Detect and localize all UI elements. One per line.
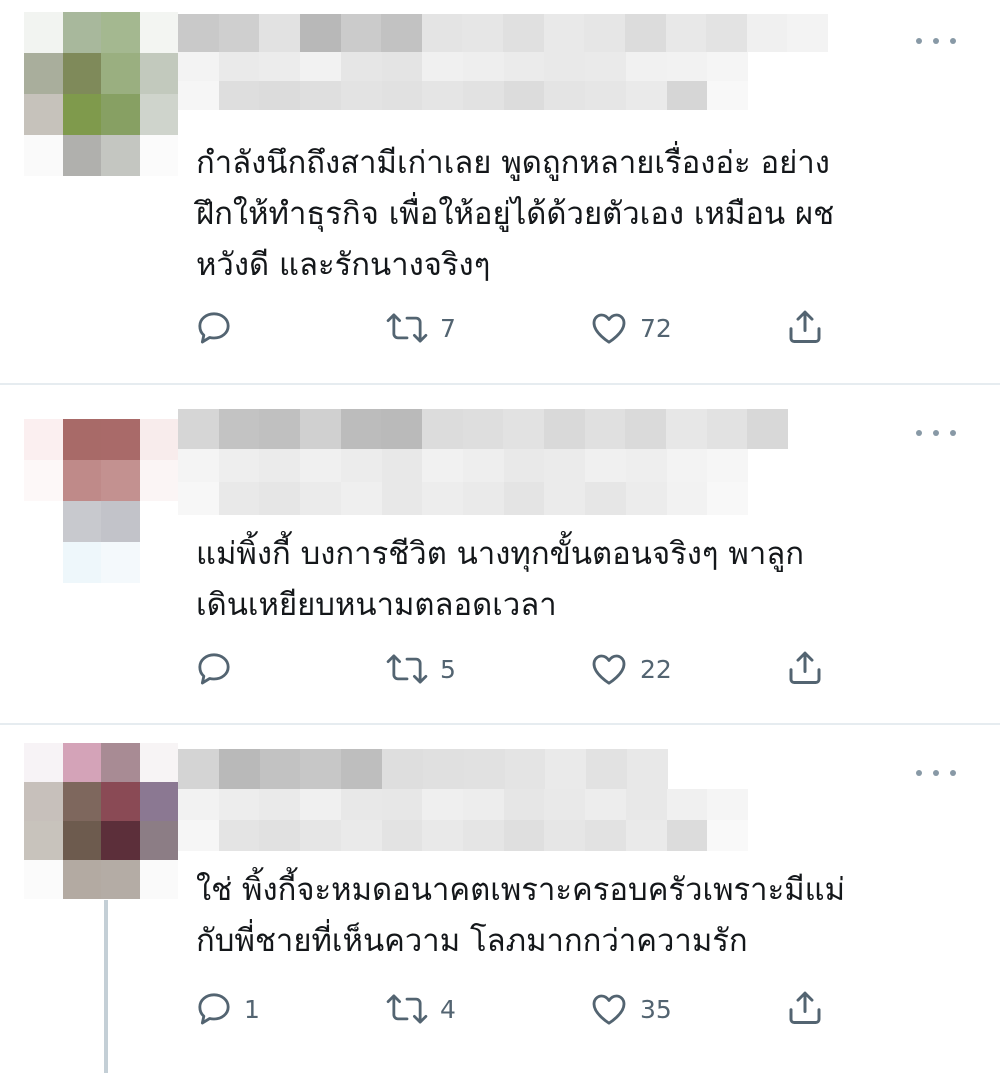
share-icon — [789, 991, 821, 1025]
retweet-button[interactable]: 4 — [384, 989, 456, 1029]
retweet-button[interactable]: 5 — [384, 649, 456, 689]
reply-icon — [198, 653, 230, 685]
tweet-1[interactable]: กำลังนึกถึงสามีเก่าเลย พูดถูกหลายเรื่องอ… — [0, 0, 1000, 384]
author-handle-blurred[interactable] — [178, 52, 748, 110]
tweet-text: ใช่ พิ้งกี้จะหมดอนาคตเพราะครอบครัวเพราะม… — [196, 872, 846, 959]
author-name-blurred[interactable] — [178, 409, 788, 449]
tweet-2[interactable]: แม่พิ้งกี้ บงการชีวิต นางทุกขั้นตอนจริงๆ… — [0, 385, 1000, 723]
like-button[interactable]: 22 — [588, 649, 672, 689]
more-options-button[interactable] — [916, 31, 956, 51]
share-button[interactable] — [784, 987, 826, 1029]
more-icon — [916, 38, 922, 44]
share-icon — [789, 651, 821, 685]
tweet-text: แม่พิ้งกี้ บงการชีวิต นางทุกขั้นตอนจริงๆ… — [196, 536, 805, 623]
tweet-3[interactable]: ใช่ พิ้งกี้จะหมดอนาคตเพราะครอบครัวเพราะม… — [0, 725, 1000, 1073]
like-button[interactable]: 72 — [588, 308, 672, 348]
more-icon — [916, 430, 922, 436]
retweet-count: 4 — [440, 994, 456, 1024]
retweet-icon — [386, 994, 428, 1024]
avatar[interactable] — [24, 12, 178, 176]
like-count: 72 — [640, 313, 672, 343]
more-options-button[interactable] — [916, 763, 956, 783]
share-button[interactable] — [784, 306, 826, 348]
reply-icon — [198, 993, 230, 1025]
reply-button[interactable]: 1 — [194, 989, 260, 1029]
like-icon — [592, 313, 626, 344]
like-icon — [592, 654, 626, 685]
author-handle-blurred[interactable] — [178, 789, 748, 851]
more-icon — [916, 770, 922, 776]
retweet-count: 5 — [440, 654, 456, 684]
retweet-count: 7 — [440, 313, 456, 343]
more-options-button[interactable] — [916, 423, 956, 443]
thread-connector-line — [104, 900, 108, 1073]
reply-button[interactable] — [194, 649, 244, 689]
author-handle-blurred[interactable] — [178, 449, 748, 515]
retweet-icon — [386, 654, 428, 684]
like-icon — [592, 994, 626, 1025]
retweet-button[interactable]: 7 — [384, 308, 456, 348]
author-name-blurred[interactable] — [178, 749, 668, 789]
avatar[interactable] — [24, 419, 178, 583]
like-count: 35 — [640, 994, 672, 1024]
reply-button[interactable] — [194, 308, 244, 348]
tweet-text: กำลังนึกถึงสามีเก่าเลย พูดถูกหลายเรื่องอ… — [196, 145, 835, 283]
like-count: 22 — [640, 654, 672, 684]
author-name-blurred[interactable] — [178, 14, 828, 52]
share-icon — [789, 310, 821, 344]
reply-count: 1 — [244, 994, 260, 1024]
reply-icon — [198, 312, 230, 344]
retweet-icon — [386, 313, 428, 343]
share-button[interactable] — [784, 647, 826, 689]
like-button[interactable]: 35 — [588, 989, 672, 1029]
avatar[interactable] — [24, 743, 178, 899]
